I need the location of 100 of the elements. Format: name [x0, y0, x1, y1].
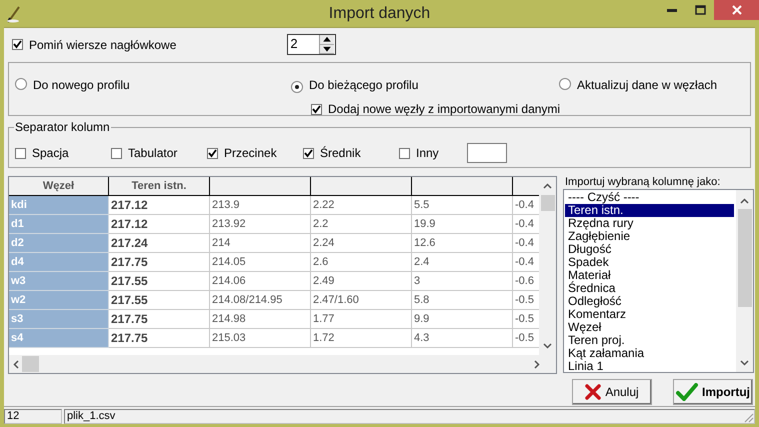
table-cell: 213.92 — [210, 215, 311, 234]
list-item[interactable]: Linia 1 — [565, 360, 734, 372]
table-cell: 2.22 — [311, 196, 412, 215]
table-cell: 217.75 — [109, 329, 210, 348]
list-item[interactable]: Teren proj. — [565, 334, 734, 347]
list-caption: Importuj wybraną kolumnę jako: — [564, 176, 720, 188]
list-item[interactable]: Teren istn. — [565, 204, 734, 217]
scrollbar-thumb[interactable] — [540, 195, 555, 211]
radio-label: Aktualizuj dane w węzłach — [577, 78, 718, 92]
checkbox-label: Tabulator — [128, 146, 178, 160]
table-cell: 19.9 — [412, 215, 513, 234]
list-item[interactable]: Długość — [565, 243, 734, 256]
checkbox[interactable] — [399, 148, 410, 158]
status-field: 12 — [4, 409, 62, 424]
table-cell: 9.9 — [412, 310, 513, 329]
checkbox[interactable] — [311, 104, 322, 114]
checkbox-label: Średnik — [320, 146, 361, 160]
table-cell: 3 — [412, 272, 513, 291]
table-cell: d4 — [9, 253, 109, 272]
radio-button[interactable] — [291, 80, 303, 92]
table-cell: d1 — [9, 215, 109, 234]
table-cell: 215.03 — [210, 329, 311, 348]
scroll-right-icon[interactable] — [534, 360, 540, 368]
close-icon — [732, 5, 742, 15]
window-title: Import danych — [328, 4, 430, 22]
scroll-down-icon[interactable] — [543, 343, 552, 349]
table-cell: 2.4 — [412, 253, 513, 272]
table-cell: 5.5 — [412, 196, 513, 215]
pen-icon — [6, 4, 22, 22]
checkbox-label: Przecinek — [224, 146, 277, 160]
list-item[interactable]: Spadek — [565, 256, 734, 269]
status-field: plik_1.csv — [64, 409, 755, 424]
horizontal-scrollbar[interactable] — [9, 355, 556, 373]
vertical-scrollbar[interactable] — [736, 190, 753, 372]
table-cell: 214.06 — [210, 272, 311, 291]
list-item[interactable]: Rzędna rury — [565, 217, 734, 230]
table-cell: s3 — [9, 310, 109, 329]
list-item[interactable]: Komentarz — [565, 308, 734, 321]
table-cell: 214.98 — [210, 310, 311, 329]
checkbox-label: Dodaj nowe węzły z importowanymi danymi — [328, 102, 560, 116]
table-cell: 2.2 — [311, 215, 412, 234]
list-item[interactable]: Kąt załamania — [565, 347, 734, 360]
table-cell: 217.55 — [109, 272, 210, 291]
table-cell: 213.9 — [210, 196, 311, 215]
scrollbar-thumb[interactable] — [738, 209, 752, 307]
table-cell: s4 — [9, 329, 109, 348]
checkmark-icon — [676, 383, 698, 401]
scroll-left-icon[interactable] — [13, 360, 19, 368]
table-cell: w2 — [9, 291, 109, 310]
scroll-down-icon[interactable] — [740, 360, 749, 366]
checkbox[interactable] — [303, 148, 314, 158]
list-item[interactable]: Zagłębienie — [565, 230, 734, 243]
table-cell: 214.08/214.95 — [210, 291, 311, 310]
scroll-up-icon[interactable] — [543, 183, 552, 189]
radio-label: Do bieżącego profilu — [309, 78, 418, 92]
checkbox-label: Pomiń wiersze nagłówkowe — [29, 38, 176, 52]
table-cell: 2.47/1.60 — [311, 291, 412, 310]
checkbox-label: Inny — [416, 146, 439, 160]
list-item[interactable]: ---- Czyść ---- — [565, 191, 734, 204]
column-header[interactable] — [210, 177, 311, 196]
column-header[interactable] — [513, 177, 540, 196]
close-button[interactable] — [714, 0, 759, 20]
column-header[interactable] — [412, 177, 513, 196]
cancel-button[interactable]: Anuluj — [572, 379, 652, 405]
table-cell: 214 — [210, 234, 311, 253]
table-cell: 217.12 — [109, 215, 210, 234]
table-cell: d2 — [9, 234, 109, 253]
column-header[interactable]: Teren istn. — [109, 177, 210, 196]
list-item[interactable]: Węzeł — [565, 321, 734, 334]
vertical-scrollbar[interactable] — [539, 177, 556, 355]
column-type-list[interactable]: ---- Czyść ---- Teren istn. Rzędna rury Zagłębienie Długość Spadek Materiał Średnica Odległość Komentarz Węzeł Teren proj. Kąt załamania Linia 1 — [563, 189, 754, 373]
number-spinner[interactable]: 2 — [287, 34, 336, 55]
table-cell: w3 — [9, 272, 109, 291]
table-cell: 4.3 — [412, 329, 513, 348]
table-cell: 217.12 — [109, 196, 210, 215]
scrollbar-thumb[interactable] — [22, 356, 39, 372]
checkbox[interactable] — [111, 148, 122, 158]
group-title: Separator kolumn — [14, 120, 111, 134]
checkbox[interactable] — [15, 148, 26, 158]
table-cell: 12.6 — [412, 234, 513, 253]
checkbox[interactable] — [12, 39, 23, 50]
radio-button[interactable] — [559, 78, 571, 90]
import-button[interactable]: Importuj — [673, 379, 753, 405]
input-field[interactable] — [467, 143, 507, 163]
x-icon — [585, 384, 602, 400]
column-header[interactable]: Węzeł — [9, 177, 109, 196]
table-cell: 217.55 — [109, 291, 210, 310]
table-cell: 2.6 — [311, 253, 412, 272]
checkbox-label: Spacja — [32, 146, 69, 160]
list-item[interactable]: Średnica — [565, 282, 734, 295]
table-cell: 2.49 — [311, 272, 412, 291]
checkbox[interactable] — [207, 148, 218, 158]
list-item[interactable]: Materiał — [565, 269, 734, 282]
resize-grip-icon[interactable] — [742, 411, 754, 423]
table-cell: 2.24 — [311, 234, 412, 253]
table-cell: 5.8 — [412, 291, 513, 310]
radio-button[interactable] — [15, 78, 27, 90]
scroll-up-icon[interactable] — [740, 198, 749, 204]
list-item[interactable]: Odległość — [565, 295, 734, 308]
column-header[interactable] — [311, 177, 412, 196]
